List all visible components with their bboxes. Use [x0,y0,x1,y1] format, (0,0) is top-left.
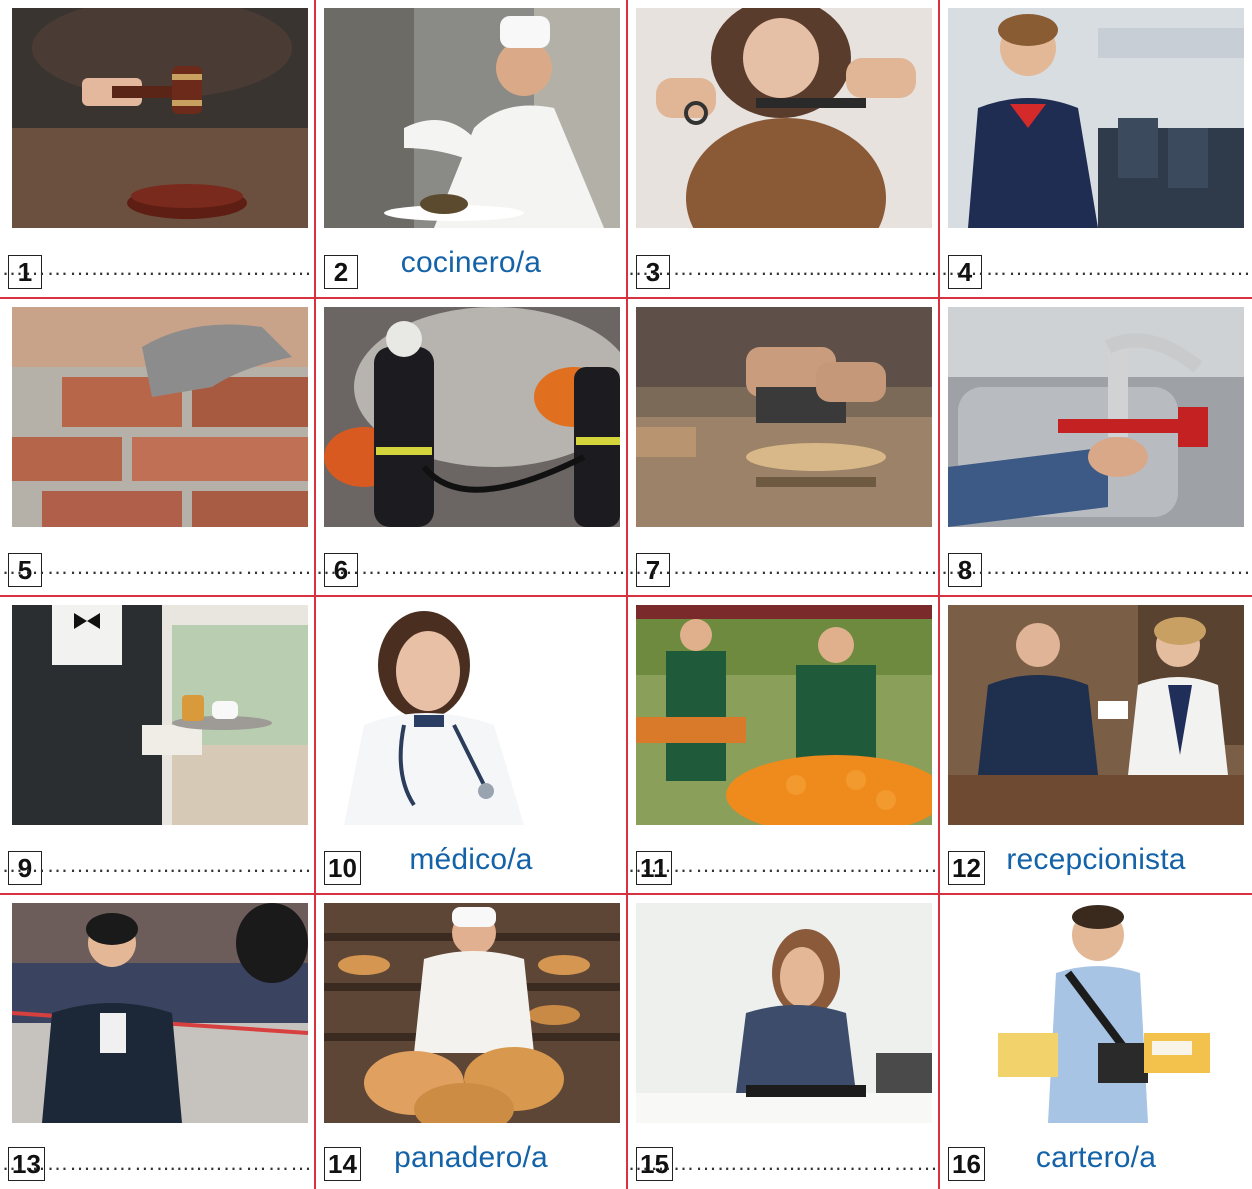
answer-blank[interactable]: …………...……..........………… [940,533,1252,591]
bricklayer-photo [12,307,308,527]
secretary-photo [636,903,932,1123]
answer-blank[interactable]: …………...……..........………… [940,234,1252,292]
card-6: 6 …………...……..........………… [316,299,628,597]
card-12: 12 recepcionista [940,597,1252,895]
judge-gavel-photo [12,8,308,228]
card-4: 4 …………...……..........………… [940,0,1252,299]
worksheet-grid: 1 …………...……..........………… 2 cocinero/a 3… [0,0,1252,1189]
answer-blank[interactable]: …………...……..........………… [628,831,938,889]
answer-blank[interactable]: …………...……..........………… [628,533,938,591]
hairdresser-photo [636,8,932,228]
chef-photo [324,8,620,228]
card-5: 5 …………...……..........………… [0,299,316,597]
card-8: 8 …………...……..........………… [940,299,1252,597]
answer-label: panadero/a [394,1141,548,1174]
answer-blank[interactable]: …………...……..........………… [628,234,938,292]
waiter-photo [12,605,308,825]
card-9: 9 …………...……..........………… [0,597,316,895]
answer-blank[interactable]: …………...……..........………… [0,234,314,292]
doctor-photo [324,605,620,825]
plumber-photo [948,307,1244,527]
answer-blank[interactable]: …………...……..........………… [0,533,314,591]
answer-label: cocinero/a [400,246,542,279]
flight-attendant-photo [948,8,1244,228]
card-14: 14 panadero/a [316,895,628,1189]
greengrocer-photo [636,605,932,825]
answer-blank[interactable]: …………...……..........………… [628,1129,938,1187]
firefighter-photo [324,307,620,527]
answer-label: cartero/a [1035,1141,1157,1174]
card-1: 1 …………...……..........………… [0,0,316,299]
answer-label: médico/a [409,843,533,876]
answer-label: recepcionista [1006,843,1186,876]
card-7: 7 …………...……..........………… [628,299,940,597]
card-13: 13 …………...……..........………… [0,895,316,1189]
journalist-photo [12,903,308,1123]
card-10: 10 médico/a [316,597,628,895]
baker-photo [324,903,620,1123]
answer-blank[interactable]: …………...……..........………… [0,831,314,889]
receptionist-photo [948,605,1244,825]
carpenter-photo [636,307,932,527]
card-3: 3 …………...……..........………… [628,0,940,299]
card-15: 15 …………...……..........………… [628,895,940,1189]
card-2: 2 cocinero/a [316,0,628,299]
answer-blank[interactable]: …………...……..........………… [316,533,626,591]
card-11: 11 …………...……..........………… [628,597,940,895]
answer-blank[interactable]: …………...……..........………… [0,1129,314,1187]
postman-photo [948,903,1244,1123]
card-16: 16 cartero/a [940,895,1252,1189]
